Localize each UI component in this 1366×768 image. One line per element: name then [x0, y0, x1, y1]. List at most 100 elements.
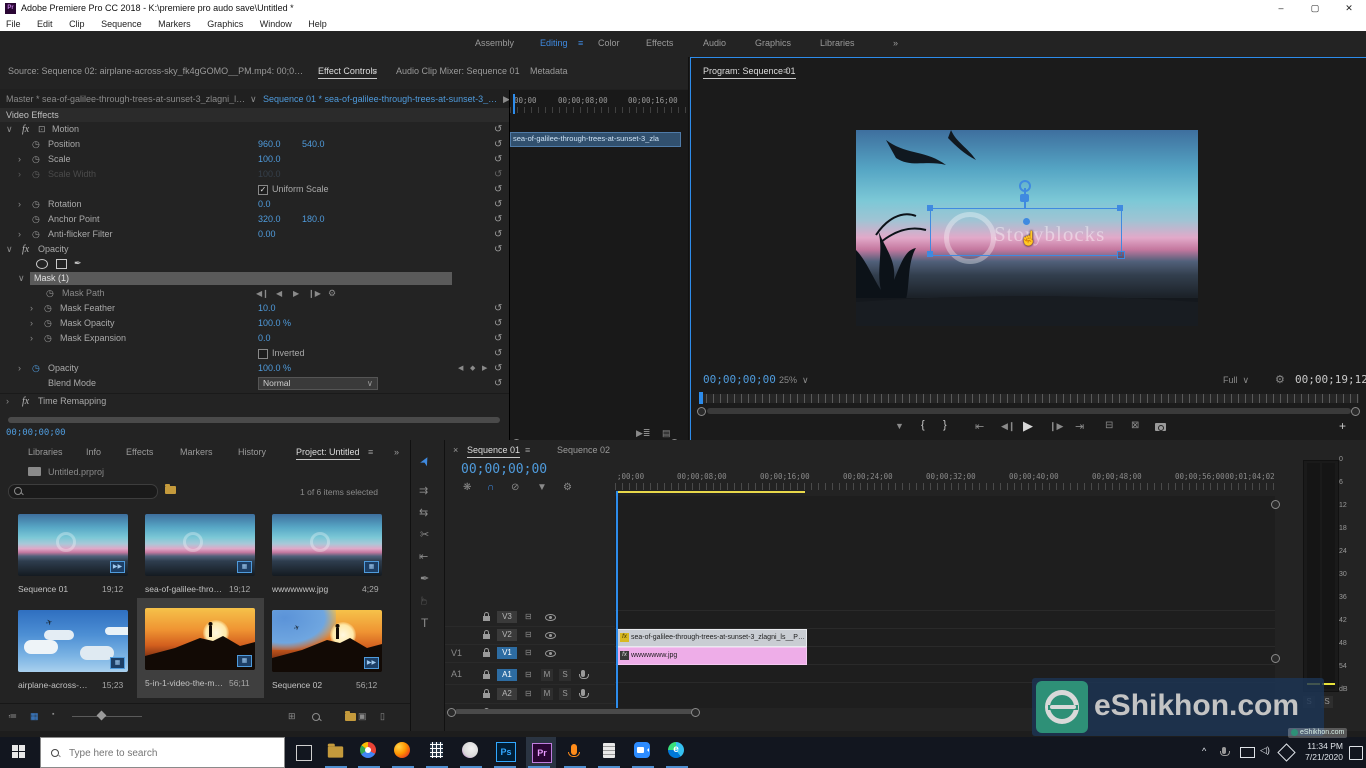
timeline-ruler[interactable]: ;00;00 00;00;08;00 00;00;16;00 00;00;24;…	[615, 468, 1275, 490]
reset-icon[interactable]: ↺	[494, 167, 502, 182]
button-editor-icon[interactable]: +	[1339, 419, 1346, 433]
project-overflow-icon[interactable]: »	[394, 447, 399, 457]
track-header-v3[interactable]: V3 ⊟	[445, 609, 615, 627]
reset-icon[interactable]: ↺	[494, 242, 502, 257]
frame-forward-icon[interactable]: ❙▶	[308, 286, 321, 301]
workspace-assembly[interactable]: Assembly	[475, 38, 514, 48]
zoom-slider-track[interactable]	[72, 716, 142, 717]
new-item-icon[interactable]: ▣	[358, 711, 367, 722]
stopwatch-icon[interactable]: ◷	[44, 316, 52, 331]
ec-row-uniform-scale[interactable]: ✓ Uniform Scale ↺	[0, 182, 509, 197]
workspace-editing[interactable]: Editing	[540, 38, 568, 48]
mask-item-selected[interactable]: Mask (1)	[30, 272, 452, 285]
edge-icon[interactable]: e	[668, 742, 688, 762]
find-icon[interactable]	[312, 713, 320, 721]
reset-icon[interactable]: ↺	[494, 182, 502, 197]
timeline-settings-icon[interactable]: ⚙	[563, 482, 572, 493]
item-name[interactable]: sea-of-galilee-through-t...	[145, 584, 223, 594]
ec-row-anchor-point[interactable]: ◷ Anchor Point 320.0 180.0 ↺	[0, 212, 509, 227]
program-zoom-dropdown[interactable]: 25% ∨	[779, 375, 809, 386]
chevron-down-icon[interactable]: ∨	[250, 94, 257, 105]
ec-row-opacity-header[interactable]: ∨ fx Opacity ↺	[0, 242, 509, 257]
ec-master-clip[interactable]: Master * sea-of-galilee-through-trees-at…	[6, 94, 246, 104]
inverted-checkbox[interactable]	[258, 349, 268, 359]
clip-wwwwwww-jpg[interactable]: fxwwwwwww.jpg	[617, 647, 807, 665]
tab-effect-controls-menu-icon[interactable]: ≡	[372, 66, 377, 76]
workspace-audio[interactable]: Audio	[703, 38, 726, 48]
timeline-tab-sequence01[interactable]: Sequence 01	[467, 445, 520, 458]
source-patch-v1[interactable]: V1	[451, 648, 462, 658]
track-header-a2[interactable]: A2 ⊟ M S	[445, 685, 615, 704]
linked-selection-icon[interactable]: ⊘	[511, 482, 519, 493]
timeline-playhead[interactable]	[616, 491, 618, 708]
workspace-overflow-icon[interactable]: »	[893, 38, 898, 48]
project-search-box[interactable]	[8, 484, 158, 499]
track-v3-button[interactable]: V3	[497, 611, 517, 623]
rotation-value[interactable]: 0.0	[258, 197, 271, 212]
thumbnail-wwwwwww[interactable]: ▦	[272, 514, 382, 576]
track-mask-backward-icon[interactable]: ◀❙	[256, 286, 269, 301]
project-menu-icon[interactable]: ≡	[368, 447, 373, 457]
expand-icon[interactable]: ›	[6, 394, 9, 409]
project-item-sequence01[interactable]: ▶▶ Sequence 01 19;12	[10, 506, 137, 602]
go-to-out-icon[interactable]: ⇥	[1075, 420, 1084, 433]
timeline-scroll-handle-left[interactable]	[447, 708, 456, 717]
program-resolution-dropdown[interactable]: Full ∨	[1223, 375, 1249, 386]
ec-row-inverted[interactable]: Inverted ↺	[0, 346, 509, 361]
program-menu-icon[interactable]: ≡	[783, 66, 788, 76]
tray-chevron-icon[interactable]: ^	[1202, 746, 1206, 756]
menu-edit[interactable]: Edit	[37, 19, 53, 29]
mask-handle-top-right[interactable]	[1117, 205, 1123, 211]
reset-icon[interactable]: ↺	[494, 227, 502, 242]
reset-icon[interactable]: ↺	[494, 212, 502, 227]
stopwatch-icon[interactable]: ◷	[32, 212, 40, 227]
expand-icon[interactable]: ›	[30, 316, 33, 331]
track-output-eye-icon[interactable]	[545, 632, 556, 639]
timeline-vscroll-handle-bottom[interactable]	[1271, 654, 1280, 663]
tray-clock[interactable]: 11:34 PM 7/21/2020	[1299, 741, 1343, 763]
timeline-horizontal-scrollbar[interactable]	[455, 709, 695, 714]
lock-icon[interactable]	[483, 693, 490, 698]
menu-sequence[interactable]: Sequence	[101, 19, 142, 29]
tab-audio-clip-mixer[interactable]: Audio Clip Mixer: Sequence 01	[396, 66, 520, 76]
reset-icon[interactable]: ↺	[494, 301, 502, 316]
voice-recorder-icon[interactable]	[566, 742, 586, 762]
mask-handle-top-left[interactable]	[927, 205, 933, 211]
ec-label-motion[interactable]: Motion	[52, 122, 79, 137]
item-name[interactable]: 5-in-1-video-the-man-st...	[145, 678, 223, 688]
automate-to-sequence-icon[interactable]: ⊞	[288, 711, 296, 722]
track-v1-button[interactable]: V1	[497, 647, 517, 659]
tray-volume-icon[interactable]: ◁)	[1260, 745, 1270, 756]
menu-graphics[interactable]: Graphics	[207, 19, 243, 29]
sync-lock-icon[interactable]: ⊟	[525, 648, 532, 657]
project-item-sea-of-galilee[interactable]: ▦ sea-of-galilee-through-t... 19;12	[137, 506, 264, 602]
sync-lock-icon[interactable]: ⊟	[525, 612, 532, 621]
ec-mini-ruler-ticks[interactable]	[510, 107, 688, 113]
freeform-view-icon[interactable]: ▪	[52, 711, 54, 718]
program-video-frame[interactable]: Storyblocks ☝	[856, 130, 1198, 326]
ec-row-mask-expansion[interactable]: › ◷ Mask Expansion 0.0 ↺	[0, 331, 509, 346]
film-toggle-icon[interactable]: ▤	[662, 428, 671, 439]
ec-row-position[interactable]: ◷ Position 960.0 540.0 ↺	[0, 137, 509, 152]
menu-clip[interactable]: Clip	[69, 19, 85, 29]
collapse-icon[interactable]: ∨	[18, 271, 25, 286]
go-to-in-icon[interactable]: ⇤	[975, 420, 984, 433]
expand-icon[interactable]: ›	[18, 227, 21, 242]
opacity-value[interactable]: 100.0 %	[258, 361, 291, 376]
ripple-edit-tool-icon[interactable]: ⇆	[419, 506, 428, 519]
minimize-button[interactable]: –	[1268, 1, 1294, 15]
mute-button[interactable]: M	[541, 688, 553, 700]
thumbnail-airplane[interactable]: ✈ ▦	[18, 610, 128, 672]
expand-icon[interactable]: ›	[18, 197, 21, 212]
track-output-eye-icon[interactable]	[545, 614, 556, 621]
expand-icon[interactable]: ›	[30, 331, 33, 346]
sync-lock-icon[interactable]: ⊟	[525, 689, 532, 698]
position-y-value[interactable]: 540.0	[302, 137, 325, 152]
ec-row-blend-mode[interactable]: Blend Mode Normal∨ ↺	[0, 376, 509, 391]
selection-tool-icon[interactable]: ➤	[416, 453, 433, 468]
add-keyframe-icon[interactable]: ◆	[470, 361, 475, 376]
type-tool-icon[interactable]: T	[421, 616, 428, 630]
ec-row-mask-feather[interactable]: › ◷ Mask Feather 10.0 ↺	[0, 301, 509, 316]
lift-icon[interactable]: ⊟	[1105, 420, 1113, 431]
timeline-timecode[interactable]: 00;00;00;00	[461, 462, 547, 477]
